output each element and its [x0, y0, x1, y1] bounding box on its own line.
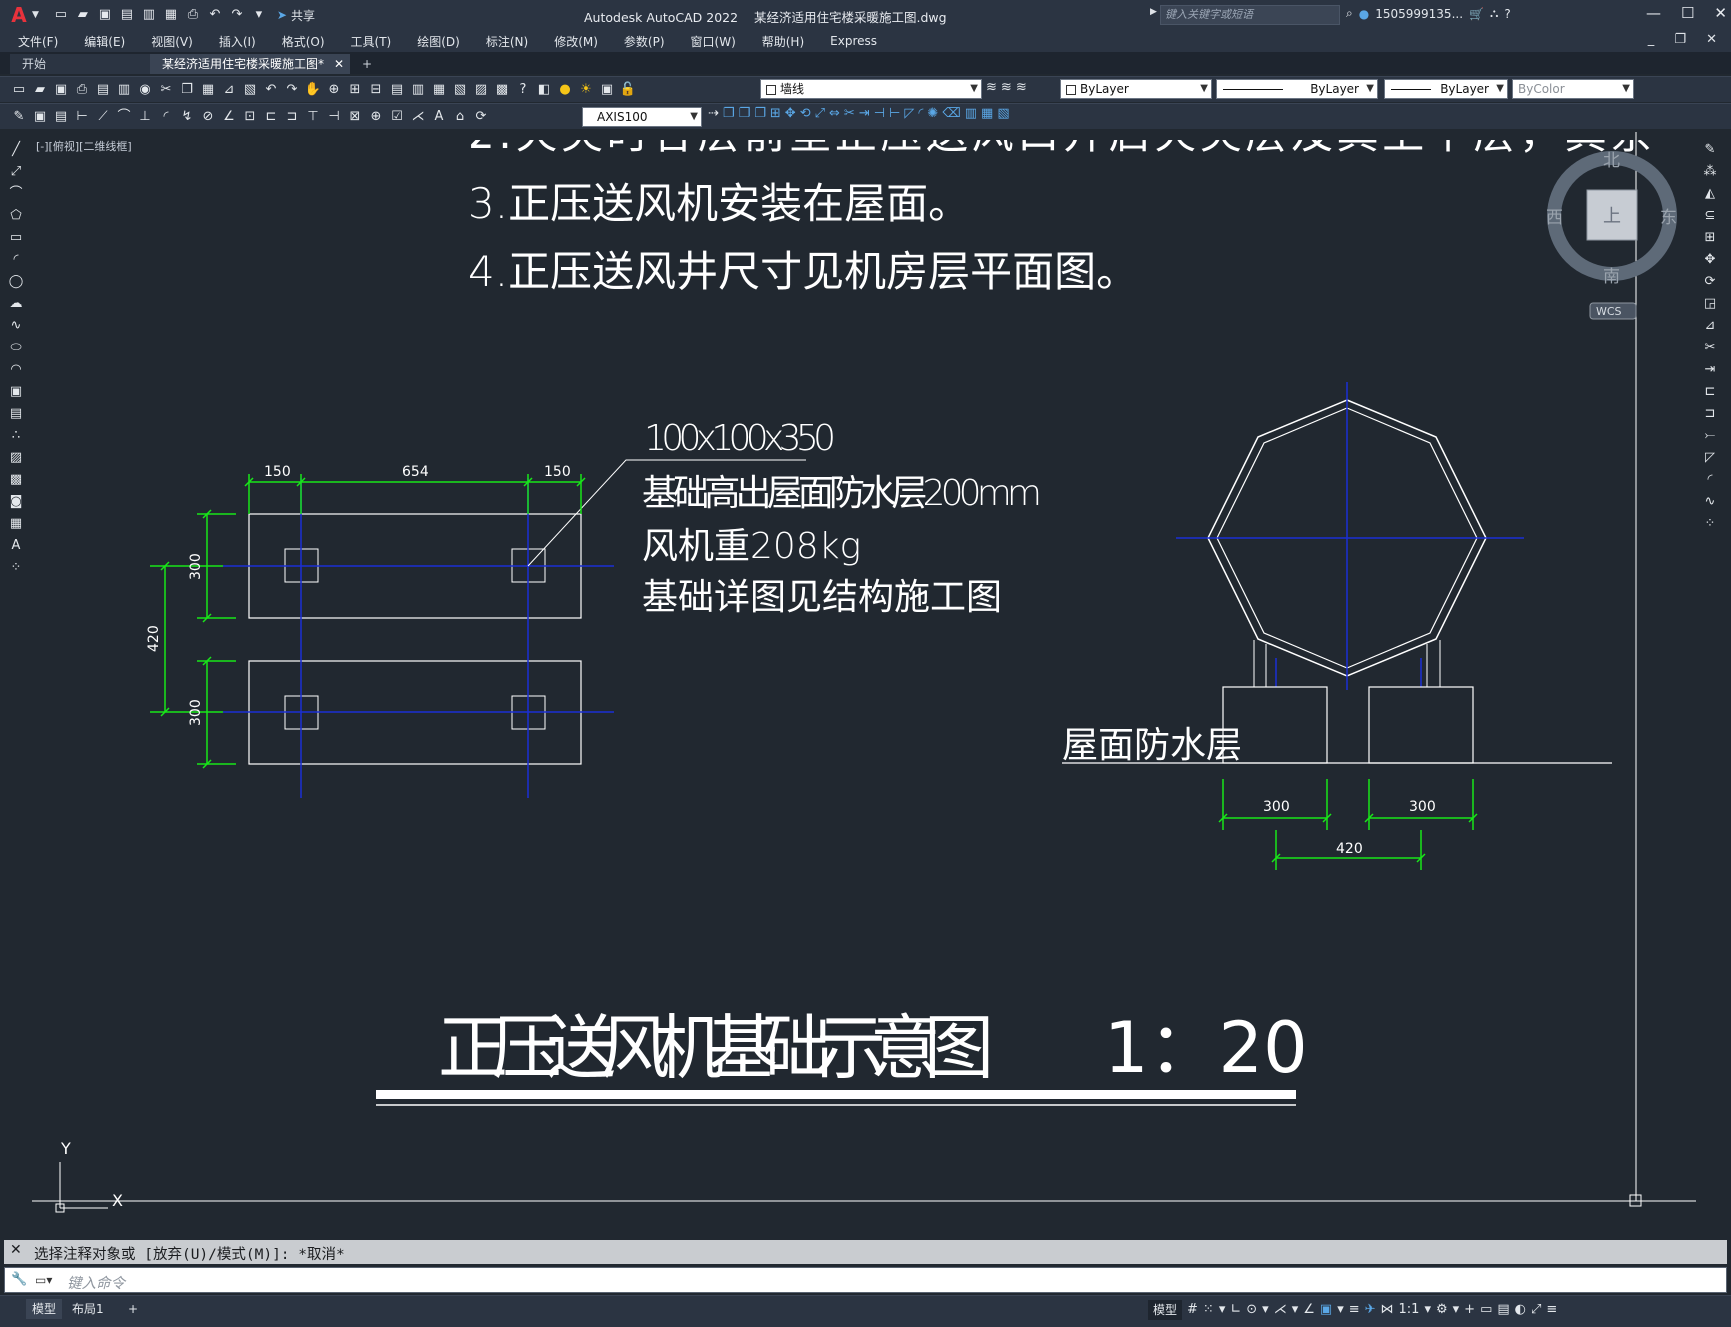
command-history-text: 选择注释对象或 [放弃(U)/模式(M)]: *取消*: [34, 1247, 345, 1263]
command-prompt-icon[interactable]: ▭▾: [35, 1273, 52, 1287]
chevron-down-icon[interactable]: ▾: [1424, 1300, 1431, 1320]
tab-model[interactable]: 模型: [26, 1299, 63, 1319]
leader-line-2: 风机重208kg: [642, 526, 861, 567]
plus-icon[interactable]: +: [1464, 1300, 1475, 1320]
wrench-icon[interactable]: 🔧: [11, 1272, 27, 1287]
units-icon[interactable]: ▭: [1480, 1300, 1492, 1320]
annotation-scale-label[interactable]: 1:1: [1399, 1300, 1420, 1320]
compass-south[interactable]: 南: [1603, 267, 1620, 287]
plan-dim-top: [244, 474, 586, 514]
annotation-monitor-icon[interactable]: ✈: [1365, 1300, 1376, 1320]
grid-icon[interactable]: #: [1187, 1300, 1198, 1320]
roof-waterproof-label: 屋面防水层: [1062, 725, 1242, 766]
ortho-icon[interactable]: ∟: [1230, 1300, 1241, 1320]
annotation-visibility-icon[interactable]: ⋈: [1381, 1300, 1394, 1320]
add-layout-button[interactable]: +: [122, 1299, 144, 1319]
pedestal-right: [1368, 686, 1474, 764]
ucs-y-label: Y: [60, 1139, 71, 1158]
chevron-down-icon[interactable]: ▾: [1262, 1300, 1269, 1320]
snap-icon[interactable]: ⁙: [1203, 1300, 1214, 1320]
compass-east[interactable]: 东: [1660, 208, 1677, 228]
fullscreen-icon[interactable]: ⤢: [1531, 1300, 1541, 1320]
note-line-3: 3.正压送风机安装在屋面。: [468, 179, 970, 228]
quick-properties-icon[interactable]: ▤: [1497, 1300, 1509, 1320]
viewcube-top-label: 上: [1603, 206, 1621, 227]
leader-text: 100x100x350 基础高出屋面防水层200mm 风机重208kg 基础详图…: [642, 418, 1042, 618]
note-line-4: 4.正压送风井尺寸见机房层平面图。: [468, 247, 1138, 296]
ucs-x-label: X: [112, 1191, 123, 1210]
plan-dim-420: 420: [146, 625, 162, 652]
title-underline-thick: [376, 1090, 1296, 1099]
chevron-down-icon[interactable]: ▾: [1292, 1300, 1299, 1320]
chevron-down-icon[interactable]: ▾: [1337, 1300, 1344, 1320]
drawing-scale-text: 1：20: [1104, 1007, 1308, 1089]
isolate-objects-icon[interactable]: ◐: [1515, 1300, 1526, 1320]
workspace-gear-icon[interactable]: ⚙: [1436, 1300, 1448, 1320]
object-snap-icon[interactable]: ∠: [1303, 1300, 1315, 1320]
plan-dim-150-right: 150: [544, 464, 571, 480]
elev-dim-300-right: 300: [1409, 799, 1436, 815]
lineweight-icon[interactable]: ≡: [1349, 1300, 1360, 1320]
compass-north[interactable]: 北: [1603, 151, 1620, 171]
elev-dim-300-left: 300: [1263, 799, 1290, 815]
command-history: ✕ 选择注释对象或 [放弃(U)/模式(M)]: *取消*: [4, 1240, 1727, 1264]
tab-layout1[interactable]: 布局1: [66, 1299, 110, 1319]
drawing-title: 正压送风机基础示意图 1：20: [376, 1007, 1308, 1106]
osnap-tracking-icon[interactable]: ▣: [1320, 1300, 1332, 1320]
polar-icon[interactable]: ⊙: [1246, 1300, 1257, 1320]
command-placeholder: 键入命令: [67, 1276, 125, 1292]
notes: 2.火灾时各层前室正压送风口开启火灾层及其上下层，其余一 3.正压送风机安装在屋…: [468, 109, 1698, 296]
plan-dim-left: [150, 509, 236, 769]
close-icon[interactable]: ✕: [10, 1242, 22, 1258]
isodraft-icon[interactable]: ⋌: [1274, 1300, 1287, 1320]
elev-dim-420: 420: [1336, 841, 1363, 857]
chevron-down-icon[interactable]: ▾: [1453, 1300, 1460, 1320]
model-space-button[interactable]: 模型: [1148, 1300, 1183, 1320]
plan-dim-654: 654: [402, 464, 429, 480]
leader-size-text: 100x100x350: [644, 418, 836, 459]
drawing-title-text: 正压送风机基础示意图: [438, 1007, 994, 1089]
compass-west[interactable]: 西: [1546, 208, 1563, 228]
leader-line-3: 基础详图见结构施工图: [642, 577, 1002, 618]
note-line-2-partial: 2.火灾时各层前室正压送风口开启火灾层及其上下层，其余一: [468, 109, 1698, 158]
plan-dim-300-bottom: 300: [188, 699, 204, 726]
status-toggles: 模型 # ⁙ ▾ ∟ ⊙ ▾ ⋌ ▾ ∠ ▣ ▾ ≡ ✈ ⋈ 1:1 ▾ ⚙ ▾…: [1148, 1300, 1557, 1320]
customize-icon[interactable]: ≡: [1546, 1300, 1557, 1320]
command-input[interactable]: 🔧 ▭▾ 键入命令: [4, 1267, 1727, 1293]
leader-line-1: 基础高出屋面防水层200mm: [642, 473, 1042, 514]
drawing-canvas[interactable]: 2.火灾时各层前室正压送风口开启火灾层及其上下层，其余一 3.正压送风机安装在屋…: [0, 0, 1731, 1327]
viewcube[interactable]: 上 北 南 西 东 WCS: [1546, 151, 1677, 320]
chevron-down-icon[interactable]: ▾: [1219, 1300, 1226, 1320]
elevation-view: 300 300 420 屋面防水层: [1062, 382, 1612, 870]
plan-dim-150-left: 150: [264, 464, 291, 480]
wcs-label: WCS: [1596, 305, 1622, 318]
plan-dim-300-top: 300: [188, 553, 204, 580]
